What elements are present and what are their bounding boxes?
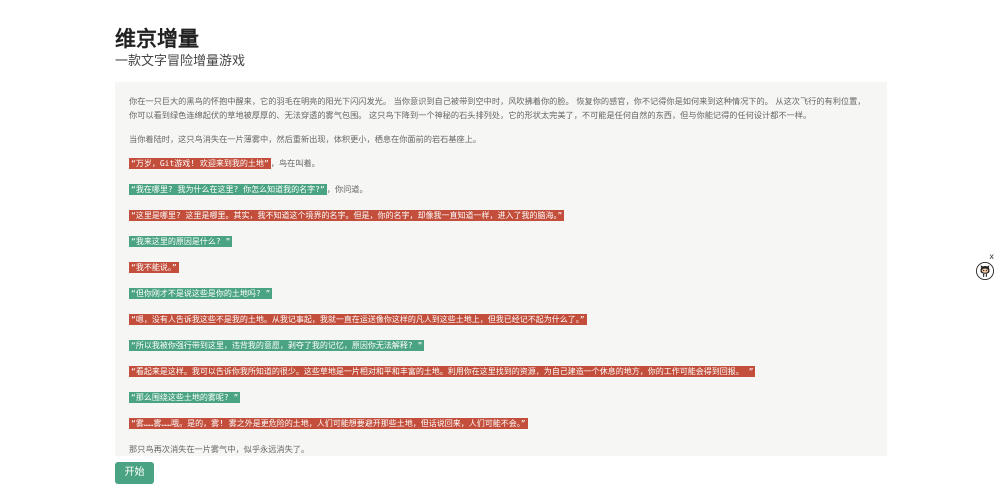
- dialogue-text: “我在哪里? 我为什么在这里? 你怎么知道我的名字?”: [129, 184, 327, 195]
- dialogue-line: “看起来是这样。我可以告诉你我所知道的很少。这些草地是一片相对和平和丰富的土地。…: [129, 364, 873, 379]
- page-title: 维京增量: [115, 27, 199, 51]
- dialogue-line: “所以我被你强行带到这里，违背我的意愿，剥夺了我的记忆，原因你无法解释? ”: [129, 338, 873, 353]
- dialogue-text: “雾……雾……哦。是的，雾! 雾之外是更危险的土地，人们可能想要避开那些土地，但…: [129, 418, 528, 429]
- dialogue-line: “我来这里的原因是什么? ”: [129, 234, 873, 249]
- dialogue-line: “雾……雾……哦。是的，雾! 雾之外是更危险的土地，人们可能想要避开那些土地，但…: [129, 416, 873, 431]
- dialogue-line: “但你刚才不是说这些是你的土地吗? ”: [129, 286, 873, 301]
- dialogue-text: “看起来是这样。我可以告诉你我所知道的很少。这些草地是一片相对和平和丰富的土地。…: [129, 366, 756, 377]
- dialogue-after: ，鸟在叫着。: [270, 158, 320, 168]
- dialogue-line: “我不能说。”: [129, 260, 873, 275]
- start-button[interactable]: 开始: [115, 462, 154, 484]
- story-landing: 当你着陆时，这只鸟消失在一片薄雾中，然后重新出现，体积更小，栖息在你面前的岩石基…: [129, 134, 482, 144]
- dialogue-after: ，你问道。: [326, 184, 368, 194]
- dialogue-text: “万岁，Git游戏! 欢迎来到我的土地”: [129, 158, 271, 169]
- header: 维京增量 一款文字冒险增量游戏: [115, 26, 245, 71]
- dialogue-line: “那么围绕这些土地的雾呢? ”: [129, 390, 873, 405]
- dialogue-text: “这里是哪里? 这里是哪里。其实，我不知道这个境界的名字。但是，你的名字，却像我…: [129, 210, 565, 221]
- dialogue-text: “嗯，没有人告诉我这些不是我的土地。从我记事起，我就一直在运送像你这样的凡人到这…: [129, 314, 587, 325]
- story-panel: 你在一只巨大的黑鸟的怀抱中醒来，它的羽毛在明亮的阳光下闪闪发光。 当你意识到自己…: [115, 82, 887, 456]
- side-widget: x: [976, 253, 996, 281]
- dialogue-text: “我不能说。”: [129, 262, 179, 273]
- page: 维京增量 一款文字冒险增量游戏 你在一只巨大的黑鸟的怀抱中醒来，它的羽毛在明亮的…: [0, 0, 1000, 501]
- dialogue-text: “但你刚才不是说这些是你的土地吗? ”: [129, 288, 273, 299]
- dialogue-line: “万岁，Git游戏! 欢迎来到我的土地” ，鸟在叫着。: [129, 156, 873, 171]
- dialogue-text: “所以我被你强行带到这里，违背我的意愿，剥夺了我的记忆，原因你无法解释? ”: [129, 340, 425, 351]
- page-subtitle: 一款文字冒险增量游戏: [115, 54, 246, 69]
- dialogue-line: “我在哪里? 我为什么在这里? 你怎么知道我的名字?” ，你问道。: [129, 182, 873, 197]
- dialogue-line: “嗯，没有人告诉我这些不是我的土地。从我记事起，我就一直在运送像你这样的凡人到这…: [129, 312, 873, 327]
- github-octocat-icon[interactable]: [976, 262, 994, 280]
- story-intro: 你在一只巨大的黑鸟的怀抱中醒来，它的羽毛在明亮的阳光下闪闪发光。 当你意识到自己…: [129, 96, 866, 120]
- dialogue-text: “那么围绕这些土地的雾呢? ”: [129, 392, 241, 403]
- story-ending: 那只鸟再次消失在一片雾气中，似乎永远消失了。: [129, 444, 310, 454]
- dialogue-text: “我来这里的原因是什么? ”: [129, 236, 233, 247]
- dialogue-line: “这里是哪里? 这里是哪里。其实，我不知道这个境界的名字。但是，你的名字，却像我…: [129, 208, 873, 223]
- close-icon[interactable]: x: [989, 253, 994, 261]
